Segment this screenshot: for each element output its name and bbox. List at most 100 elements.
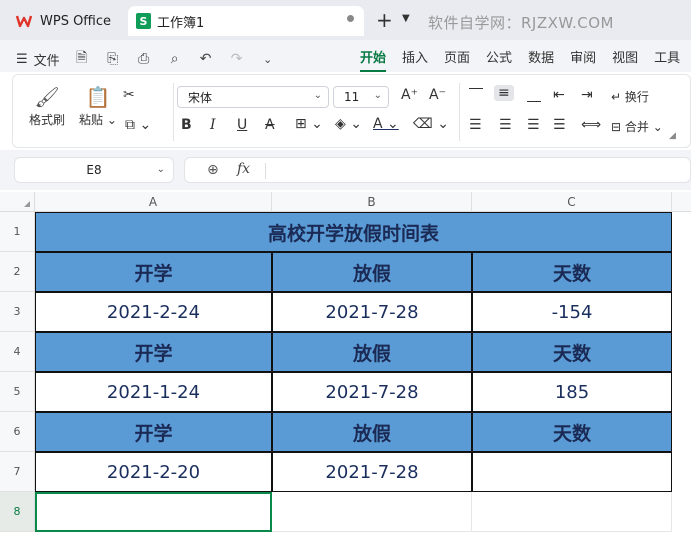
table-cell[interactable]: -154 xyxy=(472,292,672,332)
copy-icon[interactable]: ⧉ ⌄ xyxy=(125,117,151,133)
new-tab-button[interactable]: + xyxy=(376,8,393,32)
header-holiday-cell[interactable]: 放假 xyxy=(272,332,472,372)
column-header-c[interactable]: C xyxy=(472,192,672,212)
wps-office-label: WPS Office xyxy=(40,13,112,29)
insert-function-icon[interactable]: fx xyxy=(237,161,250,177)
table-cell[interactable]: 185 xyxy=(472,372,672,412)
header-holiday-cell[interactable]: 放假 xyxy=(272,412,472,452)
hamburger-icon: ☰ xyxy=(16,51,28,67)
font-color-icon[interactable]: A ⌄ xyxy=(373,116,399,132)
tab-data[interactable]: 数据 xyxy=(528,47,554,66)
header-holiday-cell[interactable]: 放假 xyxy=(272,252,472,292)
header-start-cell[interactable]: 开学 xyxy=(35,412,272,452)
save-icon[interactable]: 🗎 xyxy=(74,47,90,71)
table-cell[interactable]: 2021-7-28 xyxy=(272,452,472,492)
font-size-select[interactable]: 11 ⌄ xyxy=(333,86,389,108)
format-painter-label: 格式刷 xyxy=(29,113,66,127)
column-header-d[interactable] xyxy=(672,192,691,212)
tab-insert[interactable]: 插入 xyxy=(402,47,428,66)
column-header-a[interactable]: A xyxy=(35,192,272,212)
row-header-3[interactable]: 3 xyxy=(0,292,35,332)
redo-icon[interactable]: ↷ xyxy=(229,51,245,67)
name-box-value: E8 xyxy=(86,163,102,177)
decrease-indent-icon[interactable]: ⇤ xyxy=(553,87,565,103)
distributed-icon[interactable]: ⟺ xyxy=(581,117,601,133)
paste-button[interactable]: 📋 粘贴 ⌄ xyxy=(79,85,117,128)
row-header-6[interactable]: 6 xyxy=(0,412,35,452)
dialog-launcher-icon[interactable]: ◢ xyxy=(669,131,676,141)
header-days-cell[interactable]: 天数 xyxy=(472,252,672,292)
active-cell[interactable] xyxy=(35,492,272,532)
align-left-icon[interactable]: ☰ xyxy=(469,117,482,133)
align-bottom-icon[interactable]: ⎽ xyxy=(527,87,541,103)
header-start-cell[interactable]: 开学 xyxy=(35,332,272,372)
row-header-5[interactable]: 5 xyxy=(0,372,35,412)
export-icon[interactable]: ⎘ xyxy=(105,51,121,67)
header-days-cell[interactable]: 天数 xyxy=(472,412,672,452)
table-cell[interactable]: 2021-1-24 xyxy=(35,372,272,412)
wps-office-tab[interactable]: WPS Office xyxy=(8,6,124,36)
column-header-b[interactable]: B xyxy=(272,192,472,212)
ribbon-separator xyxy=(173,83,174,141)
align-right-icon[interactable]: ☰ xyxy=(527,117,540,133)
underline-icon[interactable]: U xyxy=(237,117,247,133)
ribbon-toolbar: 🖌 格式刷 📋 粘贴 ⌄ ✂ ⧉ ⌄ 宋体 ⌄ 11 ⌄ A⁺ A⁻ B I U… xyxy=(12,74,691,148)
header-start-cell[interactable]: 开学 xyxy=(35,252,272,292)
tab-review[interactable]: 审阅 xyxy=(570,47,596,66)
table-cell[interactable]: 2021-7-28 xyxy=(272,372,472,412)
unsaved-dot-icon[interactable] xyxy=(347,15,354,22)
tab-home[interactable]: 开始 xyxy=(360,47,387,72)
decrease-font-icon[interactable]: A⁻ xyxy=(429,87,446,103)
wrap-text-button[interactable]: ↵ 换行 xyxy=(611,88,649,105)
cut-icon[interactable]: ✂ xyxy=(123,87,135,103)
font-name-value: 宋体 xyxy=(188,90,213,105)
clear-format-icon[interactable]: ⌫ ⌄ xyxy=(413,116,449,132)
row-header-2[interactable]: 2 xyxy=(0,252,35,292)
increase-font-icon[interactable]: A⁺ xyxy=(401,87,418,103)
empty-cell[interactable] xyxy=(472,492,672,532)
merge-cells-button[interactable]: ⊟ 合并 ⌄ xyxy=(611,118,663,135)
file-menu[interactable]: ☰ 文件 xyxy=(16,50,60,69)
ribbon-tabs: 开始 插入 页面 公式 数据 审阅 视图 工具 xyxy=(352,47,688,72)
justify-icon[interactable]: ☰ xyxy=(553,117,566,133)
name-box[interactable]: E8 ⌄ xyxy=(14,157,174,183)
header-days-cell[interactable]: 天数 xyxy=(472,332,672,372)
empty-cell[interactable] xyxy=(272,492,472,532)
more-chevron-icon[interactable]: ⌄ xyxy=(260,53,276,66)
table-title-cell[interactable]: 高校开学放假时间表 xyxy=(35,212,672,252)
row-header-8[interactable]: 8 xyxy=(0,492,35,532)
tab-tools[interactable]: 工具 xyxy=(654,47,680,66)
table-cell[interactable]: 2021-2-20 xyxy=(35,452,272,492)
align-top-icon[interactable]: ⎺ xyxy=(469,87,483,103)
row-header-7[interactable]: 7 xyxy=(0,452,35,492)
document-tab[interactable]: S 工作簿1 xyxy=(128,6,364,36)
align-center-icon[interactable]: ☰ xyxy=(499,117,512,133)
italic-icon[interactable]: I xyxy=(210,117,216,133)
font-name-select[interactable]: 宋体 ⌄ xyxy=(177,86,329,108)
border-icon[interactable]: ⊞ ⌄ xyxy=(295,116,323,132)
undo-icon[interactable]: ↶ xyxy=(198,51,214,67)
increase-indent-icon[interactable]: ⇥ xyxy=(581,87,593,103)
select-all-corner[interactable] xyxy=(0,192,35,212)
row-header-1[interactable]: 1 xyxy=(0,212,35,252)
formula-input[interactable]: ⊕ fx xyxy=(184,157,691,183)
tab-view[interactable]: 视图 xyxy=(612,47,638,66)
bold-icon[interactable]: B xyxy=(181,117,192,133)
fill-color-icon[interactable]: ◈ ⌄ xyxy=(335,116,362,132)
row-header-4[interactable]: 4 xyxy=(0,332,35,372)
table-cell[interactable] xyxy=(472,452,672,492)
format-painter-button[interactable]: 🖌 格式刷 xyxy=(29,85,65,128)
print-preview-icon[interactable]: ⌕ xyxy=(167,51,183,67)
strikethrough-icon[interactable]: A xyxy=(265,117,275,133)
print-icon[interactable]: ⎙ xyxy=(136,51,152,67)
align-middle-icon[interactable]: ≡ xyxy=(494,85,514,101)
tab-list-chevron-icon[interactable]: ▼ xyxy=(402,13,410,24)
tab-page[interactable]: 页面 xyxy=(444,47,470,66)
ribbon-separator xyxy=(459,83,460,141)
zoom-search-icon[interactable]: ⊕ xyxy=(207,162,219,178)
table-cell[interactable]: 2021-7-28 xyxy=(272,292,472,332)
paste-label: 粘贴 ⌄ xyxy=(79,113,117,127)
tab-formula[interactable]: 公式 xyxy=(486,47,512,66)
chevron-down-icon: ⌄ xyxy=(373,90,382,101)
table-cell[interactable]: 2021-2-24 xyxy=(35,292,272,332)
